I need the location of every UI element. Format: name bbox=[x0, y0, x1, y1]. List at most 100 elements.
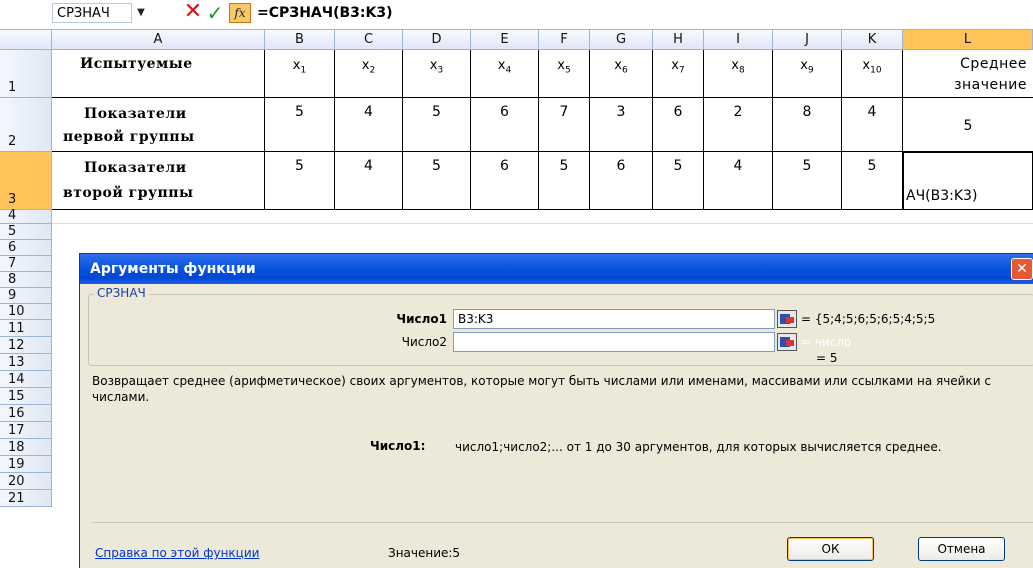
collapse-dialog-icon[interactable] bbox=[777, 310, 797, 328]
column-header-g[interactable]: G bbox=[590, 30, 653, 50]
subject-label-index: 10 bbox=[870, 65, 882, 76]
cell-a1[interactable]: Испытуемые bbox=[52, 50, 265, 98]
column-header-a[interactable]: A bbox=[52, 30, 265, 50]
insert-function-icon[interactable]: fx bbox=[229, 3, 251, 23]
cell-f2[interactable]: 7 bbox=[539, 98, 590, 152]
row-header-9[interactable]: 9 bbox=[0, 288, 52, 304]
name-box-dropdown-icon[interactable]: ▼ bbox=[134, 4, 148, 22]
row-header-15[interactable]: 15 bbox=[0, 388, 52, 405]
cell-f3[interactable]: 5 bbox=[539, 152, 590, 210]
dialog-title[interactable]: Аргументы функции bbox=[80, 254, 1033, 284]
cancel-button[interactable]: Отмена bbox=[918, 537, 1005, 561]
cell-d2[interactable]: 5 bbox=[403, 98, 471, 152]
cell-a2[interactable]: Показатели первой группы bbox=[52, 98, 265, 152]
ok-button[interactable]: ОК bbox=[787, 537, 874, 561]
column-header-f[interactable]: F bbox=[539, 30, 590, 50]
cell-a2-line2: первой группы bbox=[63, 129, 195, 145]
row-header-19[interactable]: 19 bbox=[0, 456, 52, 473]
close-icon[interactable]: ✕ bbox=[1011, 258, 1033, 280]
column-header-e[interactable]: E bbox=[471, 30, 539, 50]
cell-h1[interactable]: x7 bbox=[653, 50, 704, 98]
row-header-21[interactable]: 21 bbox=[0, 490, 52, 507]
value-label: Значение:5 bbox=[388, 546, 461, 560]
subject-label-base: x bbox=[614, 58, 622, 73]
help-link[interactable]: Справка по этой функции bbox=[95, 546, 259, 560]
arg2-label: Число2 bbox=[401, 335, 447, 349]
cell-k1[interactable]: x10 bbox=[842, 50, 903, 98]
cell-j3[interactable]: 5 bbox=[773, 152, 842, 210]
cancel-entry-icon[interactable]: ✕ bbox=[182, 1, 204, 25]
cell-d1[interactable]: x3 bbox=[403, 50, 471, 98]
cell-l1-line2: значение bbox=[954, 77, 1027, 93]
arg1-input[interactable]: B3:K3 bbox=[453, 309, 775, 329]
subject-label-index: 8 bbox=[738, 65, 745, 76]
cell-e2[interactable]: 6 bbox=[471, 98, 539, 152]
cell-c2[interactable]: 4 bbox=[335, 98, 403, 152]
cell-b3[interactable]: 5 bbox=[265, 152, 335, 210]
row-header-5[interactable]: 5 bbox=[0, 224, 52, 240]
cell-a3[interactable]: Показатели второй группы bbox=[52, 152, 265, 210]
cell-l1[interactable]: Среднее значение bbox=[903, 50, 1033, 98]
cell-a1-text: Испытуемые bbox=[80, 56, 193, 72]
cell-b2[interactable]: 5 bbox=[265, 98, 335, 152]
cell-f1[interactable]: x5 bbox=[539, 50, 590, 98]
divider bbox=[92, 522, 1033, 523]
column-header-l[interactable]: L bbox=[903, 30, 1033, 50]
row-header-6[interactable]: 6 bbox=[0, 240, 52, 256]
cell-k2[interactable]: 4 bbox=[842, 98, 903, 152]
row-header-3[interactable]: 3 bbox=[0, 152, 52, 210]
row-header-16[interactable]: 16 bbox=[0, 405, 52, 422]
cell-e1[interactable]: x4 bbox=[471, 50, 539, 98]
formula-input[interactable]: =СРЗНАЧ(B3:K3) bbox=[257, 3, 392, 23]
row-header-14[interactable]: 14 bbox=[0, 371, 52, 388]
cell-d3[interactable]: 5 bbox=[403, 152, 471, 210]
row-header-20[interactable]: 20 bbox=[0, 473, 52, 490]
cell-g2[interactable]: 3 bbox=[590, 98, 653, 152]
cell-l3-active[interactable]: АЧ(B3:K3) bbox=[903, 152, 1033, 210]
row-header-11[interactable]: 11 bbox=[0, 320, 52, 337]
cell-l2[interactable]: 5 bbox=[903, 98, 1033, 152]
column-header-i[interactable]: I bbox=[704, 30, 773, 50]
cell-g1[interactable]: x6 bbox=[590, 50, 653, 98]
row-header-18[interactable]: 18 bbox=[0, 439, 52, 456]
cell-k3[interactable]: 5 bbox=[842, 152, 903, 210]
cell-j1[interactable]: x9 bbox=[773, 50, 842, 98]
subject-label-base: x bbox=[671, 58, 679, 73]
cell-value: 3 bbox=[616, 104, 626, 120]
cell-value: 5 bbox=[802, 158, 812, 174]
column-header-j[interactable]: J bbox=[773, 30, 842, 50]
column-header-b[interactable]: B bbox=[265, 30, 335, 50]
cell-i3[interactable]: 4 bbox=[704, 152, 773, 210]
cell-h3[interactable]: 5 bbox=[653, 152, 704, 210]
row-header-10[interactable]: 10 bbox=[0, 304, 52, 320]
row-header-8[interactable]: 8 bbox=[0, 272, 52, 288]
column-header-d[interactable]: D bbox=[403, 30, 471, 50]
cell-e3[interactable]: 6 bbox=[471, 152, 539, 210]
cell-value: 6 bbox=[500, 158, 509, 174]
cell-c3[interactable]: 4 bbox=[335, 152, 403, 210]
cell-c1[interactable]: x2 bbox=[335, 50, 403, 98]
cell-g3[interactable]: 6 bbox=[590, 152, 653, 210]
row-header-1[interactable]: 1 bbox=[0, 50, 52, 98]
column-header-h[interactable]: H bbox=[653, 30, 704, 50]
cell-i1[interactable]: x8 bbox=[704, 50, 773, 98]
cell-j2[interactable]: 8 bbox=[773, 98, 842, 152]
column-header-c[interactable]: C bbox=[335, 30, 403, 50]
arg2-input[interactable] bbox=[453, 332, 775, 352]
row-header-13[interactable]: 13 bbox=[0, 354, 52, 371]
cell-h2[interactable]: 6 bbox=[653, 98, 704, 152]
name-box[interactable]: СРЗНАЧ bbox=[52, 3, 132, 23]
row-header-2[interactable]: 2 bbox=[0, 98, 52, 152]
cell-l2-value: 5 bbox=[963, 118, 973, 134]
row-header-4[interactable]: 4 bbox=[0, 208, 52, 224]
row-header-12[interactable]: 12 bbox=[0, 337, 52, 354]
collapse-dialog-icon[interactable] bbox=[777, 333, 797, 351]
subject-label: x8 bbox=[704, 58, 772, 76]
select-all-corner[interactable] bbox=[0, 30, 52, 50]
row-header-17[interactable]: 17 bbox=[0, 422, 52, 439]
column-header-k[interactable]: K bbox=[842, 30, 903, 50]
cell-b1[interactable]: x1 bbox=[265, 50, 335, 98]
cell-i2[interactable]: 2 bbox=[704, 98, 773, 152]
row-header-7[interactable]: 7 bbox=[0, 256, 52, 272]
enter-entry-icon[interactable]: ✓ bbox=[204, 1, 226, 25]
